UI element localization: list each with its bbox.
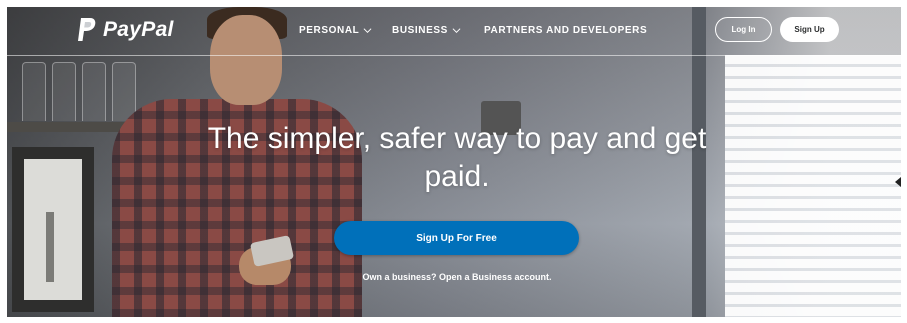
nav-personal-label: PERSONAL xyxy=(299,25,360,36)
paypal-logo-icon xyxy=(78,18,96,41)
background-glass xyxy=(22,62,46,121)
nav-personal[interactable]: PERSONAL xyxy=(299,25,372,36)
background-picture-frame xyxy=(12,147,94,312)
chevron-down-icon xyxy=(452,28,461,34)
background-glass xyxy=(52,62,76,121)
hero-headline: The simpler, safer way to pay and get pa… xyxy=(207,122,707,193)
nav-business-label: BUSINESS xyxy=(392,25,448,36)
nav-partners-label: PARTNERS AND DEVELOPERS xyxy=(484,25,648,36)
brand-name: PayPal xyxy=(103,18,174,41)
nav-partners-developers[interactable]: PARTNERS AND DEVELOPERS xyxy=(484,25,647,36)
background-glass xyxy=(82,62,106,121)
login-button[interactable]: Log In xyxy=(715,17,772,42)
background-window-blinds xyxy=(725,55,901,317)
signup-button[interactable]: Sign Up xyxy=(780,17,839,42)
top-navigation: PayPal PERSONAL BUSINESS PARTNERS AND DE… xyxy=(7,7,901,56)
chevron-down-icon xyxy=(363,28,372,34)
carousel-arrow-icon[interactable] xyxy=(895,177,901,187)
hero-section: PayPal PERSONAL BUSINESS PARTNERS AND DE… xyxy=(7,7,901,317)
paypal-logo[interactable]: PayPal xyxy=(77,17,174,43)
business-account-link[interactable]: Own a business? Open a Business account. xyxy=(207,272,707,282)
signup-free-button[interactable]: Sign Up For Free xyxy=(334,221,579,255)
nav-business[interactable]: BUSINESS xyxy=(392,25,461,36)
